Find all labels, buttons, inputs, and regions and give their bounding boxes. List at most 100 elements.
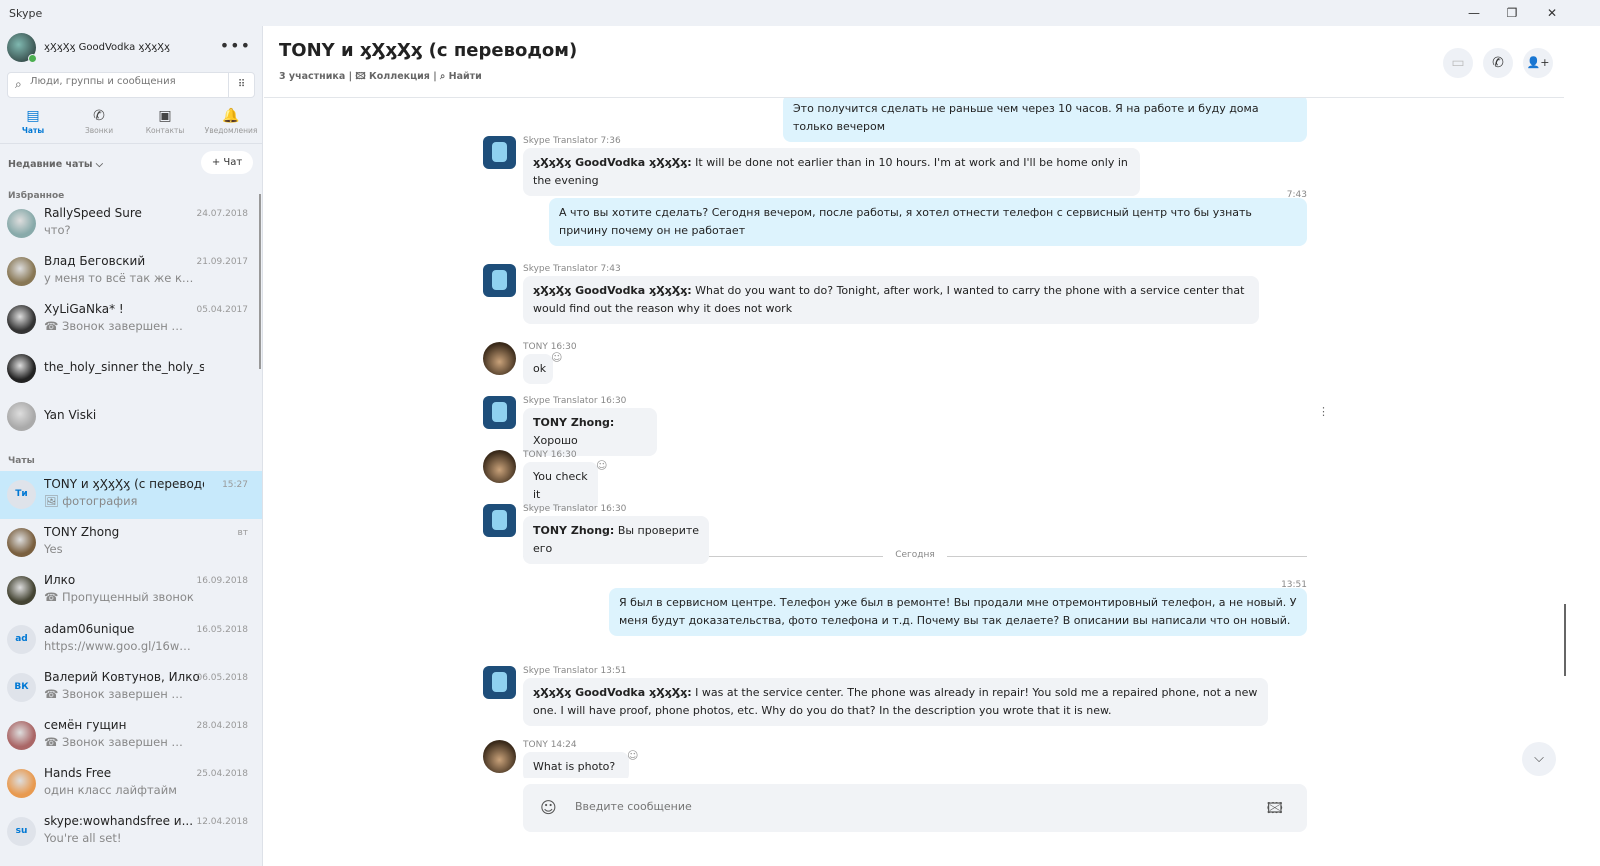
search-icon: ⌕: [15, 77, 22, 91]
message-bubble: ӽӼӽӼӽ GoodVodka ӽӼӽӼӽ: I was at the serv…: [523, 678, 1268, 726]
chat-list-item[interactable]: ВК Валерий Ковтунов, Илко ☎ Звонок заверше…: [0, 664, 262, 712]
avatar: [7, 528, 36, 558]
chat-name: Валерий Ковтунов, Илко: [44, 669, 200, 684]
message-meta: Skype Translator 7:43: [523, 264, 621, 274]
chat-list-item[interactable]: Илко ☎ Пропущенный звонок 16.09.2018: [0, 567, 262, 615]
sender-name: TONY: [523, 450, 548, 460]
close-button[interactable]: ✕: [1532, 0, 1572, 26]
message-time: 16:30: [600, 504, 627, 514]
bell-icon: 🔔: [222, 108, 240, 124]
app-title: Skype: [9, 7, 43, 20]
message-bubble: TONY Zhong: Вы проверите его: [523, 516, 709, 564]
more-options-button[interactable]: •••: [220, 36, 251, 55]
add-people-button[interactable]: 👤+: [1523, 48, 1553, 78]
media-gallery-icon[interactable]: 🖾: [1267, 798, 1283, 823]
contacts-icon: ▣: [158, 108, 172, 124]
message-time: 16:30: [550, 450, 577, 460]
add-reaction-icon[interactable]: ☺: [596, 459, 607, 472]
message-bubble: Это получится сделать не раньше чем чере…: [783, 98, 1307, 142]
chat-preview: https://www.goo.gl/16wPY...: [44, 638, 194, 653]
chat-list-item[interactable]: Влад Беговский у меня то всё так же как..…: [0, 248, 262, 296]
search-input[interactable]: [30, 76, 225, 87]
message-author: ӽӼӽӼӽ GoodVodka ӽӼӽӼӽ:: [533, 284, 692, 297]
message-input[interactable]: [575, 800, 1175, 813]
phone-icon: ✆: [93, 108, 105, 124]
message-options-icon[interactable]: ⋮: [1318, 405, 1329, 418]
chat-list-item[interactable]: XyLiGaNka* ! ☎ Звонок завершен — 4... 05.0…: [0, 296, 262, 344]
avatar: su: [7, 817, 36, 847]
chat-list-item[interactable]: семён гущин ☎ Звонок завершен — 5... 28.04…: [0, 712, 262, 760]
chat-list-item[interactable]: Yan Viski: [0, 393, 262, 441]
search-box[interactable]: ⌕ ⠿: [7, 72, 255, 98]
avatar: [7, 769, 36, 799]
chat-date: 12.04.2018: [196, 817, 248, 828]
chat-list-item[interactable]: Ти TONY и ӽӼӽӼӽ (с переводом) 🖼 фотография…: [0, 471, 262, 519]
message-composer: ☺ 🖾: [523, 784, 1307, 832]
message-scrollbar[interactable]: [1564, 604, 1566, 676]
chat-list-item[interactable]: the_holy_sinner the_holy_sinner: [0, 345, 262, 393]
chat-name: skype:wowhandsfree и...: [44, 814, 194, 829]
sidebar-scrollbar[interactable]: [259, 194, 261, 369]
message-list: Сегодня ⋮ Это получится сделать не раньш…: [264, 98, 1564, 778]
chat-name: TONY и ӽӼӽӼӽ (с переводом): [44, 477, 204, 491]
chat-date: 21.09.2017: [196, 257, 248, 268]
new-chat-button[interactable]: + Чат: [201, 151, 253, 174]
dialpad-icon[interactable]: ⠿: [228, 73, 254, 97]
find-link[interactable]: ⌕ Найти: [440, 71, 482, 82]
chat-icon: ▤: [26, 108, 40, 124]
tab-bell[interactable]: 🔔 Уведомления: [198, 108, 262, 135]
conversation: TONY и ӽӼӽӼӽ (с переводом) 3 участника |…: [264, 26, 1600, 866]
chat-date: 06.05.2018: [196, 672, 248, 683]
avatar: [7, 305, 36, 335]
chats-heading: Чаты: [8, 456, 35, 466]
sender-name: Skype Translator: [523, 504, 598, 514]
video-call-button[interactable]: ▭: [1443, 48, 1473, 78]
add-reaction-icon[interactable]: ☺: [551, 351, 562, 364]
message-meta: TONY 16:30: [523, 342, 577, 352]
sender-name: Skype Translator: [523, 396, 598, 406]
chat-date: 28.04.2018: [196, 721, 248, 731]
message-author: TONY Zhong:: [533, 416, 615, 429]
chat-date: 24.07.2018: [196, 209, 248, 219]
chat-list-item[interactable]: TONY Zhong Yes вт: [0, 519, 262, 567]
avatar: [7, 353, 36, 383]
recent-chats-dropdown[interactable]: Недавние чаты ⌵: [8, 159, 103, 170]
chat-list-item[interactable]: RallySpeed Sure что? 24.07.2018: [0, 200, 262, 248]
profile[interactable]: ӽӼӽӼӽ GoodVodka ӽӼӽӼӽ •••: [7, 33, 257, 63]
add-reaction-icon[interactable]: ☺: [627, 749, 638, 762]
message-text: Я был в сервисном центре. Телефон уже бы…: [619, 596, 1297, 627]
chat-name: TONY Zhong: [44, 525, 120, 540]
chat-list-item[interactable]: su skype:wowhandsfree и... You're all set!…: [0, 808, 262, 856]
emoji-icon[interactable]: ☺: [540, 798, 557, 817]
chat-date: 05.04.2017: [196, 305, 248, 316]
audio-call-button[interactable]: ✆: [1483, 48, 1513, 78]
message-time: 7:36: [600, 136, 621, 146]
tab-phone[interactable]: ✆ Звонки: [66, 108, 132, 135]
chat-preview: ☎ Звонок завершен — 2...: [44, 686, 194, 701]
message-text: You check it: [533, 470, 588, 501]
participants-link[interactable]: 3 участника |: [279, 71, 352, 82]
message-meta: Skype Translator 16:30: [523, 396, 626, 406]
chat-name: adam06unique: [44, 621, 135, 636]
chat-preview: у меня то всё так же как...: [44, 271, 194, 286]
tab-label: Уведомления: [204, 126, 258, 135]
message-author: ӽӼӽӼӽ GoodVodka ӽӼӽӼӽ:: [533, 156, 692, 169]
chat-date: 16.09.2018: [196, 576, 248, 587]
collection-link[interactable]: 🖾 Коллекция |: [355, 71, 436, 82]
message-text: ok: [533, 362, 547, 375]
chat-date: 25.04.2018: [196, 769, 248, 780]
scroll-down-button[interactable]: ⌵: [1522, 742, 1556, 776]
minimize-button[interactable]: —: [1454, 0, 1494, 26]
message-text: Это получится сделать не раньше чем чере…: [793, 102, 1259, 133]
avatar: [7, 576, 36, 606]
title-bar: Skype — ❐ ✕: [0, 0, 1600, 26]
tab-chat[interactable]: ▤ Чаты: [0, 108, 66, 135]
tab-contacts[interactable]: ▣ Контакты: [132, 108, 198, 135]
tab-label: Звонки: [84, 126, 114, 135]
conversation-title: TONY и ӽӼӽӼӽ (с переводом): [279, 40, 578, 61]
tab-label: Чаты: [21, 126, 45, 135]
chat-list-item[interactable]: Hands Free один класс лайфтайм 25.04.2018: [0, 760, 262, 808]
restore-button[interactable]: ❐: [1492, 0, 1532, 26]
chat-list-item[interactable]: ad adam06unique https://www.goo.gl/16wPY..…: [0, 616, 262, 664]
chat-name: XyLiGaNka* !: [44, 302, 124, 317]
